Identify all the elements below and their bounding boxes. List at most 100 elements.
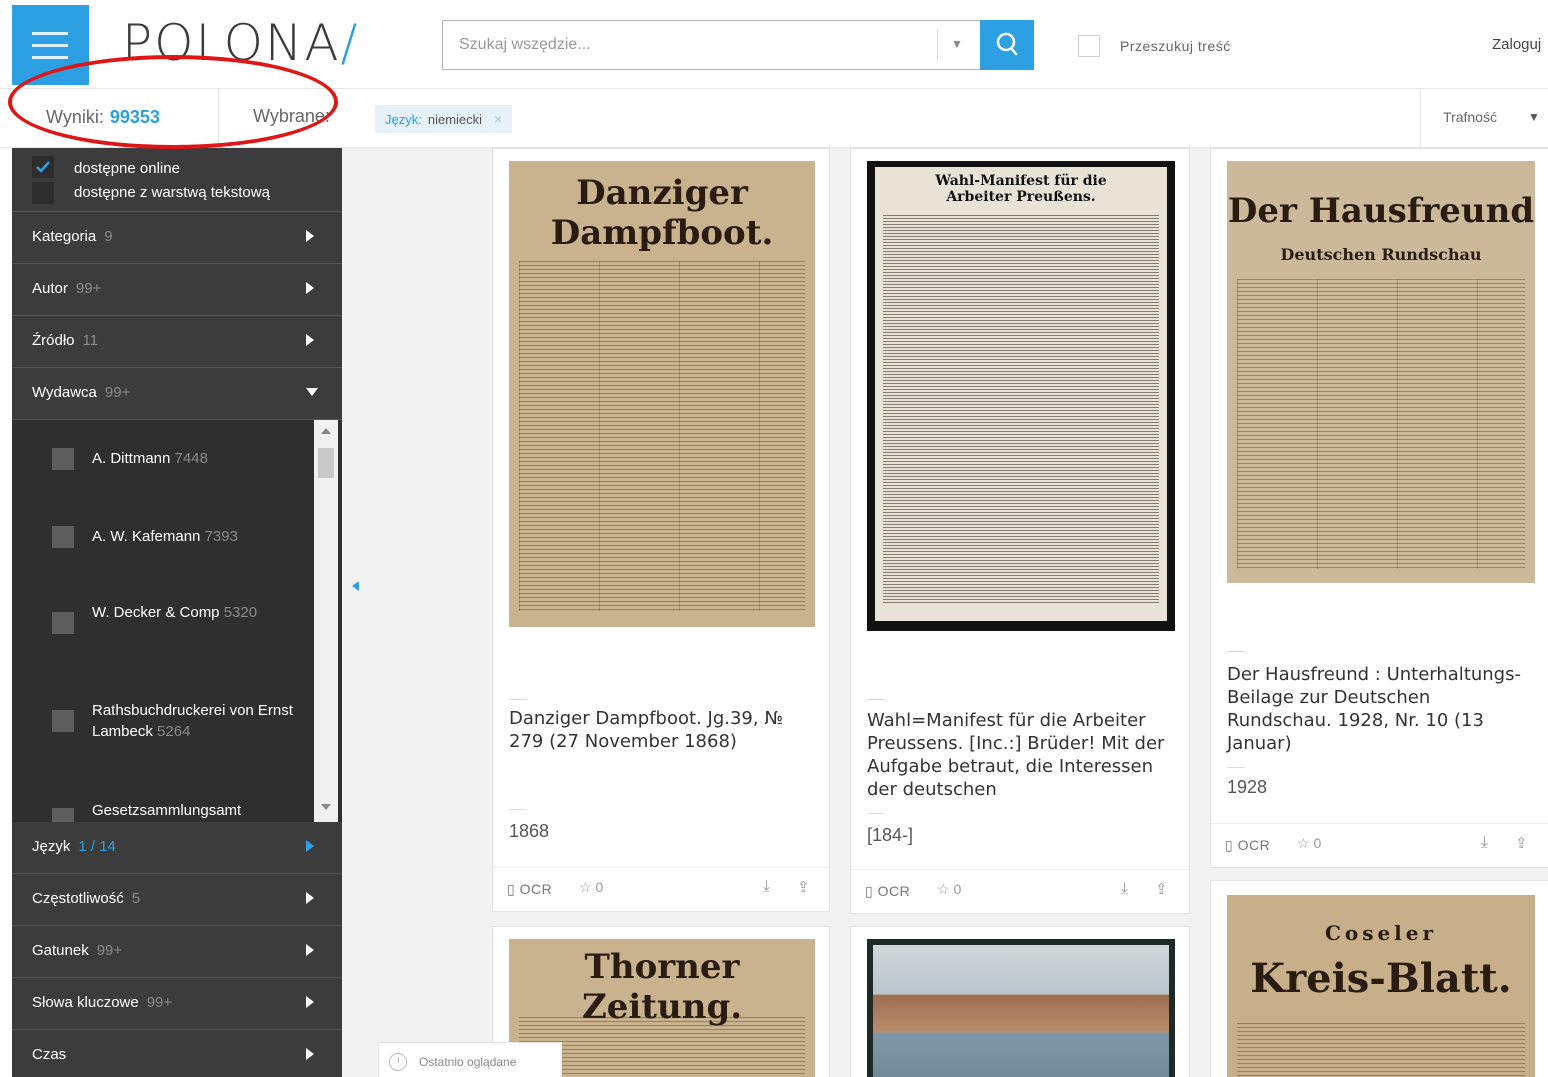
chevron-right-icon [306,892,314,904]
share-icon[interactable]: ⇪ [1515,834,1528,852]
masthead-text: Wahl-Manifest für die Arbeiter Preußens. [935,173,1107,205]
chevron-right-icon [306,996,314,1008]
recently-viewed-tab[interactable]: Ostatnio oglądane [378,1042,562,1077]
facet-gatunek[interactable]: Gatunek 99+ [12,926,342,978]
result-card[interactable]: Coseler Kreis-Blatt. [1210,880,1548,1077]
results-grid: Danziger Dampfboot. Danziger Dampfboot. … [490,148,1548,1077]
publisher-option[interactable]: Gesetzsammlungsamt [12,800,312,822]
facet-jezyk[interactable]: Język 1 / 14 [12,822,342,874]
thumbnail-image[interactable]: Der Hausfreund Deutschen Rundschau [1227,161,1535,583]
thumbnail-image[interactable] [867,939,1175,1077]
publisher-option[interactable]: Rathsbuchdruckerei von Ernst Lambeck 526… [12,700,312,748]
chevron-right-icon [306,334,314,346]
option-label: A. Dittmann 7448 [92,448,297,469]
login-link[interactable]: Zaloguj [1492,36,1541,53]
chevron-right-icon [306,840,314,852]
fulltext-search-toggle[interactable]: Przeszukuj treść [1078,35,1231,57]
options-scrollbar[interactable] [314,420,338,822]
search-scope-dropdown-icon[interactable]: ▼ [951,37,963,51]
option-name: A. W. Kafemann [92,528,201,545]
scroll-thumb[interactable] [318,448,334,478]
publisher-options-list[interactable]: A. Dittmann 7448 A. W. Kafemann 7393 W. … [12,420,342,822]
text-layer-label: dostępne z warstwą tekstową [74,184,270,201]
search-input[interactable] [443,21,933,69]
divider [218,89,219,147]
download-icon[interactable]: ⤓ [763,878,770,896]
download-icon[interactable]: ⤓ [1121,880,1128,898]
facet-autor[interactable]: Autor 99+ [12,264,342,316]
publisher-option[interactable]: A. Dittmann 7448 [12,446,312,486]
favorite-button[interactable]: ☆ 0 [937,881,961,898]
facet-label: Źródło 11 [32,332,98,349]
facet-label: Język 1 / 14 [32,838,116,855]
fulltext-checkbox[interactable] [1078,35,1100,57]
result-card[interactable]: Der Hausfreund Deutschen Rundschau Der H… [1210,148,1548,868]
favorite-button[interactable]: ☆ 0 [1297,835,1321,852]
result-card[interactable] [850,926,1190,1077]
facet-label: Kategoria 9 [32,228,113,245]
filter-chip-language[interactable]: Język: niemiecki × [375,105,513,133]
search-icon [996,32,1018,56]
sort-dropdown[interactable]: Trafność [1443,109,1497,125]
option-label: W. Decker & Comp 5320 [92,602,262,623]
divider [867,813,885,814]
menu-icon-bar [32,44,68,47]
online-checkbox[interactable] [32,156,54,178]
card-year: 1928 [1227,777,1268,797]
close-icon[interactable]: × [494,111,502,127]
text-layer-checkbox[interactable] [32,182,54,204]
chevron-right-icon [306,1048,314,1060]
thumbnail-image[interactable]: Coseler Kreis-Blatt. [1227,895,1535,1077]
facet-czas[interactable]: Czas [12,1030,342,1077]
facet-czestotliwosc[interactable]: Częstotliwość 5 [12,874,342,926]
star-count: 0 [1313,835,1322,851]
availability-filter: dostępne online dostępne z warstwą tekst… [12,148,342,212]
poster-text [883,215,1159,605]
thumbnail-image[interactable]: Wahl-Manifest für die Arbeiter Preußens. [867,161,1175,631]
publisher-option[interactable]: W. Decker & Comp 5320 [12,602,312,650]
scroll-down-icon[interactable] [321,804,331,810]
card-title[interactable]: Wahl=Manifest für die Arbeiter Preussens… [867,709,1177,801]
facet-kategoria[interactable]: Kategoria 9 [12,212,342,264]
chevron-right-icon [306,282,314,294]
share-icon[interactable]: ⇪ [1155,880,1168,898]
facet-label: Czas [32,1046,66,1063]
chevron-down-icon[interactable]: ▼ [1528,110,1540,124]
facet-zrodlo[interactable]: Źródło 11 [12,316,342,368]
publisher-option[interactable]: A. W. Kafemann 7393 [12,524,312,564]
card-title[interactable]: Der Hausfreund : Unterhaltungs-Beilage z… [1227,663,1537,755]
thumbnail-image[interactable]: Danziger Dampfboot. [509,161,815,627]
recently-viewed-label: Ostatnio oglądane [419,1055,517,1069]
selected-filters-label: Wybrane: [253,106,330,126]
facet-name: Czas [32,1046,67,1063]
result-card[interactable]: Danziger Dampfboot. Danziger Dampfboot. … [492,148,830,912]
polona-logo[interactable]: POLONA/ [122,14,359,72]
option-count: 5264 [157,723,191,740]
option-checkbox[interactable] [52,612,74,634]
chip-key: Język: [385,111,422,127]
option-checkbox[interactable] [52,808,74,822]
scroll-up-icon[interactable] [321,428,331,434]
divider [509,699,527,700]
chevron-down-icon [306,388,318,396]
option-checkbox[interactable] [52,448,74,470]
download-icon[interactable]: ⤓ [1481,834,1488,852]
option-checkbox[interactable] [52,526,74,548]
facet-name: Język [32,838,71,855]
option-count: 5320 [223,604,258,621]
divider [1227,651,1245,652]
card-footer: ▯ OCR ☆ 0 ⤓ ⇪ [1211,823,1548,867]
facet-label: Słowa kluczowe 99+ [32,994,172,1011]
share-icon[interactable]: ⇪ [797,878,810,896]
facet-count: 99+ [75,280,102,297]
result-card[interactable]: Wahl-Manifest für die Arbeiter Preußens.… [850,148,1190,914]
chip-value: niemiecki [427,111,483,127]
facet-slowa-kluczowe[interactable]: Słowa kluczowe 99+ [12,978,342,1030]
card-title[interactable]: Danziger Dampfboot. Jg.39, № 279 (27 Nov… [509,707,819,753]
facet-wydawca[interactable]: Wydawca 99+ [12,368,342,420]
favorite-button[interactable]: ☆ 0 [579,879,603,896]
search-button[interactable] [980,20,1034,70]
option-checkbox[interactable] [52,710,74,732]
collapse-sidebar-icon[interactable] [352,581,359,591]
hamburger-menu-button[interactable] [12,5,89,85]
